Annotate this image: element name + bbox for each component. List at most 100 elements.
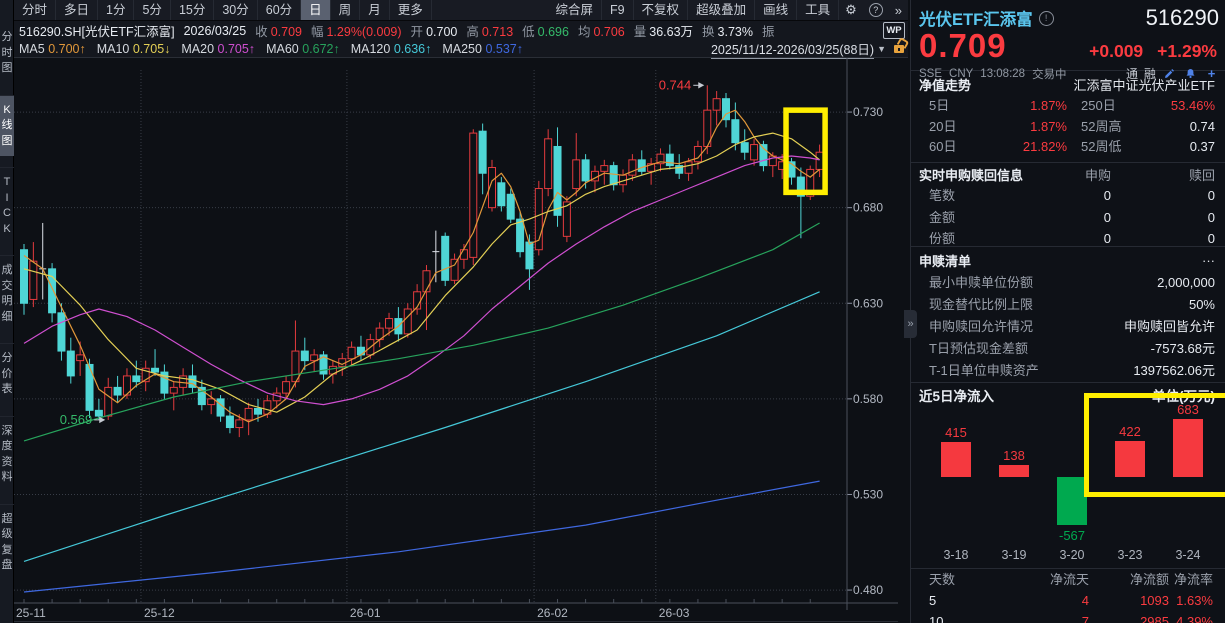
settings-gear-icon[interactable]: ⚙: [839, 2, 863, 18]
list-row: T-1日单位申赎资产1397562.06元: [911, 360, 1225, 382]
flow-bar: [941, 442, 971, 477]
realtime-subscription-section: 实时申购赎回信息申购赎回笔数00金额00份额00: [911, 162, 1225, 247]
period-tab-row: 分时多日1分5分15分30分60分日周月更多 综合屏F9不复权超级叠加画线工具⚙?…: [14, 0, 908, 21]
quote-field-收: 收0.709: [255, 21, 302, 40]
ma-legend-MA20: MA20 0.705↑: [181, 42, 255, 56]
period-tab-更多[interactable]: 更多: [390, 0, 432, 20]
fund-code: 516290: [1146, 5, 1219, 31]
net-inflow-table-section: 天数净流天净流额净流率5410931.63%10729854.39%: [911, 568, 1225, 623]
net-inflow-chart-section: 近5日净流入单位(万元)4153-181383-19-5673-204223-2…: [911, 382, 1225, 568]
wp-widget-button[interactable]: WP: [883, 22, 905, 39]
list-row: 申购赎回允许情况申购赎回皆允许: [911, 316, 1225, 338]
svg-text:25-12: 25-12: [144, 606, 175, 620]
nav-trend-row: 20日1.87%52周高0.74: [911, 117, 1225, 138]
flow-bar-value: 415: [928, 425, 984, 440]
svg-text:26-02: 26-02: [537, 606, 568, 620]
kline-chart[interactable]: 0.7300.6800.6300.5800.5300.48025-1125-12…: [14, 58, 898, 623]
nav-trend-header: 净值走势汇添富中证光伏产业ETF: [911, 70, 1225, 96]
subs-title: 实时申购赎回信息: [919, 166, 1025, 185]
subs-header: 实时申购赎回信息申购赎回: [911, 162, 1225, 185]
list-more-button[interactable]: ···: [1202, 253, 1215, 268]
period-tab-分时[interactable]: 分时: [14, 0, 56, 20]
detail-panel: 光伏ETF汇添富 ! 516290 0.709 +0.009 +1.29% SS…: [910, 0, 1225, 623]
flow-bar-date: 3-19: [986, 548, 1042, 562]
toolbar-action-画线[interactable]: 画线: [755, 0, 797, 20]
last-price: 0.709: [919, 31, 1007, 61]
panel-collapse-handle[interactable]: »: [904, 310, 917, 338]
list-title: 申赎清单: [919, 251, 971, 270]
flow-bar-value: 138: [986, 448, 1042, 463]
nav-trend-title: 净值走势: [919, 75, 971, 94]
period-tab-日[interactable]: 日: [301, 0, 331, 20]
period-tab-月[interactable]: 月: [360, 0, 390, 20]
subs-col-buy: 申购: [1025, 166, 1111, 185]
sidebar-item-深度资料[interactable]: 深 度 资 料: [0, 416, 14, 493]
svg-text:0.580: 0.580: [853, 392, 883, 406]
svg-text:0.630: 0.630: [853, 296, 883, 310]
period-tab-1分[interactable]: 1分: [98, 0, 134, 20]
svg-text:0.680: 0.680: [853, 201, 883, 215]
sidebar-item-K线图[interactable]: K 线 图: [0, 95, 14, 157]
quote-field-均: 均0.706: [578, 21, 625, 40]
flow-bar-date: 3-24: [1160, 548, 1216, 562]
ma-legend-MA10: MA10 0.705↓: [97, 42, 171, 56]
toolbar-action-F9[interactable]: F9: [602, 0, 634, 20]
sidebar-item-成交明细[interactable]: 成 交 明 细: [0, 255, 14, 332]
help-icon[interactable]: ?: [869, 3, 883, 17]
toolbar-action-综合屏[interactable]: 综合屏: [547, 0, 602, 20]
sidebar-item-超级复盘[interactable]: 超 级 复 盘: [0, 504, 14, 581]
svg-text:25-11: 25-11: [16, 606, 46, 620]
sidebar-item-分时图[interactable]: 分 时 图: [0, 23, 14, 84]
info-icon[interactable]: !: [1039, 11, 1054, 26]
toolbar-action-工具[interactable]: 工具: [797, 0, 839, 20]
lock-icon[interactable]: [894, 45, 904, 53]
flow-bar-date: 3-20: [1044, 548, 1100, 562]
price-change-pct: +1.29%: [1157, 41, 1217, 62]
quote-field-高: 高0.713: [466, 21, 513, 40]
list-row: 最小申赎单位份额2,000,000: [911, 272, 1225, 294]
quote-field-低: 低0.696: [522, 21, 569, 40]
nav-trend-row: 60日21.82%52周低0.37: [911, 137, 1225, 158]
ma-indicator-row: MA5 0.700↑ MA10 0.705↓ MA20 0.705↑ MA60 0.6…: [14, 40, 908, 58]
subs-row: 笔数00: [911, 185, 1225, 207]
quote-header: 光伏ETF汇添富 ! 516290 0.709 +0.009 +1.29% SS…: [911, 0, 1225, 71]
trading-terminal-window: 分 时 图 K 线 图 T I C K 成 交 明 细分 价 表深 度 资 料超 级 …: [0, 0, 1225, 623]
more-chevron-icon[interactable]: »: [889, 3, 908, 18]
left-view-sidebar: 分 时 图 K 线 图 T I C K 成 交 明 细分 价 表深 度 资 料超 级 …: [0, 0, 14, 623]
date-range-selector[interactable]: 2025/11/12-2026/03/25(88日)▼: [711, 39, 908, 59]
flow-bar-date: 3-18: [928, 548, 984, 562]
period-tab-60分[interactable]: 60分: [258, 0, 301, 20]
list-row: T日预估现金差额-7573.68元: [911, 338, 1225, 360]
toolbar-action-超级叠加[interactable]: 超级叠加: [688, 0, 755, 20]
period-tab-30分[interactable]: 30分: [214, 0, 257, 20]
creation-redemption-list-section: 申赎清单···最小申赎单位份额2,000,000现金替代比例上限50%申购赎回允…: [911, 246, 1225, 383]
nav-trend-row: 5日1.87%250日53.46%: [911, 96, 1225, 117]
ma-legend-MA250: MA250 0.537↑: [442, 42, 523, 56]
ma-legend-MA120: MA120 0.636↑: [351, 42, 432, 56]
sidebar-item-分价表[interactable]: 分 价 表: [0, 343, 14, 405]
toolbar-action-不复权[interactable]: 不复权: [634, 0, 689, 20]
flow-bar-value: -567: [1044, 528, 1100, 543]
ma-legend-MA60: MA60 0.672↑: [266, 42, 340, 56]
svg-text:0.480: 0.480: [853, 583, 883, 597]
symbol-label: 516290.SH[光伏ETF汇添富]: [19, 21, 175, 40]
price-change: +0.009: [1089, 41, 1143, 62]
quote-field-振: 振: [762, 21, 778, 40]
nav-trend-section: 净值走势汇添富中证光伏产业ETF5日1.87%250日53.46%20日1.87…: [911, 70, 1225, 163]
period-tab-15分[interactable]: 15分: [171, 0, 214, 20]
date-range-label: 2025/11/12-2026/03/25(88日): [711, 39, 874, 59]
flow-title: 近5日净流入: [919, 385, 994, 405]
flow-table-row: 5410931.63%: [911, 590, 1225, 611]
flow-bar-date: 3-23: [1102, 548, 1158, 562]
flow-table-header: 天数净流天净流额净流率: [911, 569, 1225, 590]
svg-text:0.730: 0.730: [853, 105, 883, 119]
period-tab-多日[interactable]: 多日: [56, 0, 98, 20]
ma-legend-MA5: MA5 0.700↑: [19, 42, 86, 56]
period-tab-5分[interactable]: 5分: [134, 0, 170, 20]
period-tab-周[interactable]: 周: [331, 0, 361, 20]
svg-text:26-01: 26-01: [350, 606, 381, 620]
svg-text:0.569: 0.569: [60, 412, 93, 427]
flow-highlight-box: [1084, 393, 1225, 497]
sidebar-item-TICK[interactable]: T I C K: [0, 167, 14, 244]
list-header: 申赎清单 ···: [911, 246, 1225, 272]
